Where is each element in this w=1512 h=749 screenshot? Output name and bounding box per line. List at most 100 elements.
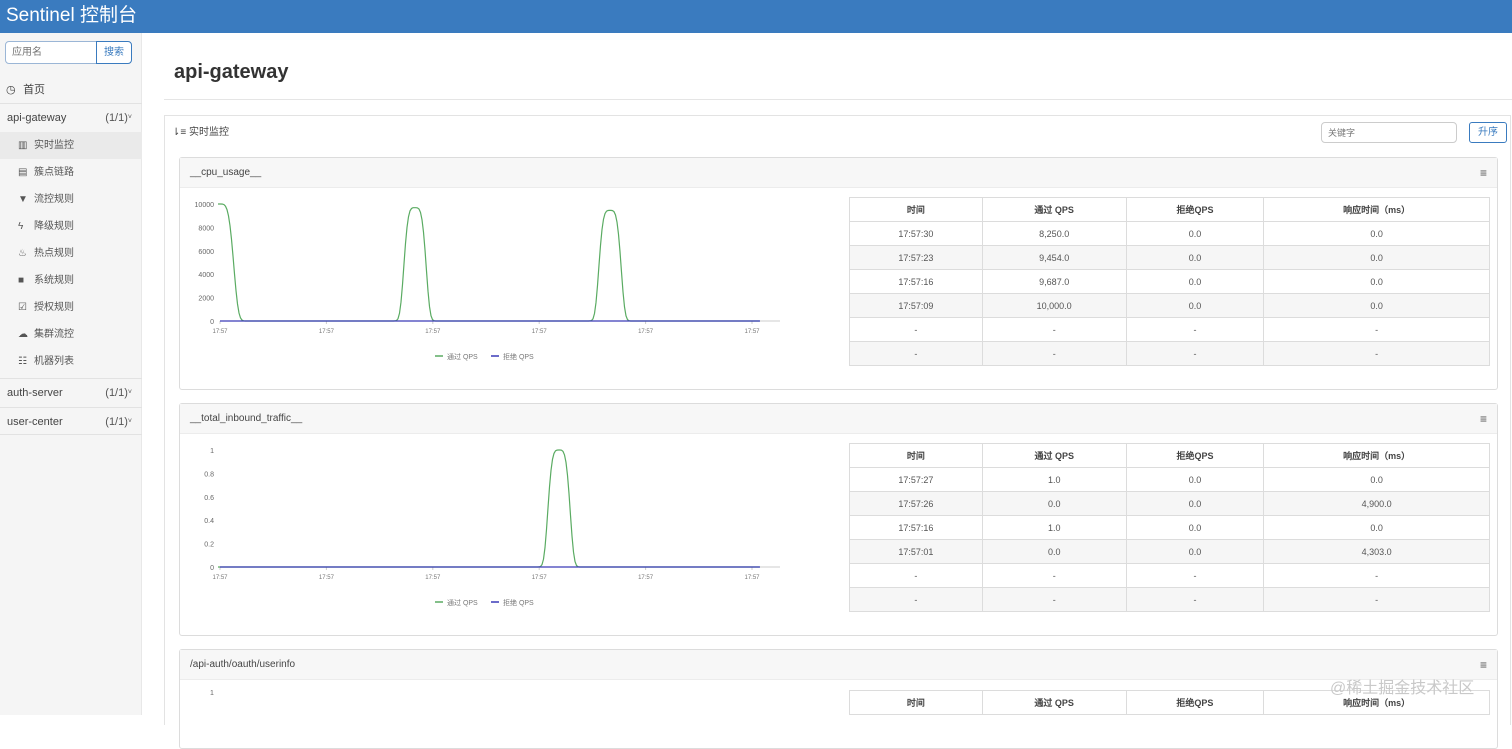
x-tick-label: 17:57 [638,575,654,581]
y-tick-label: 0.6 [204,495,214,502]
resource-name: __cpu_usage__ [190,167,262,178]
table-cell: 17:57:26 [849,491,983,516]
table-cell: 17:57:16 [849,269,983,294]
chevron-down-icon: ˅ [127,389,132,396]
table-row: 17:57:23 9,454.0 0.0 0.0 [849,245,1490,270]
table-cell: 17:57:27 [849,467,983,492]
table-row: ---- [849,317,1490,342]
sidebar-item-flow-rules[interactable]: ▼ 流控规则 [0,186,142,213]
sidebar-item-degrade-rules[interactable]: ϟ 降级规则 [0,213,142,240]
table-cell: 4,900.0 [1263,491,1490,516]
menu-icon[interactable]: ≡ [1480,166,1487,180]
table-cell: 4,303.0 [1263,539,1490,564]
app-item-user-center[interactable]: user-center (1/1)˅ [0,407,142,435]
watermark: @稀土掘金技术社区 [1330,680,1475,697]
lock-icon: ■ [18,275,25,286]
column-header: 拒绝QPS [1125,443,1265,468]
resource-card-header: __total_inbound_traffic__ ≡ [180,404,1497,434]
legend-label: 拒绝 QPS [503,352,534,361]
x-tick-label: 17:57 [425,329,441,335]
metrics-table: 时间 通过 QPS 拒绝QPS 响应时间（ms） 17:57:27 1.0 0.0 0.0 17… [849,443,1490,612]
y-tick-label: 0.4 [204,518,214,525]
table-cell: 17:57:01 [849,539,983,564]
table-cell: - [1125,317,1265,342]
column-header: 响应时间（ms） [1263,197,1490,222]
table-cell: 0.0 [981,539,1127,564]
keyword-input[interactable] [1321,122,1457,143]
table-cell: - [981,317,1127,342]
table-cell: 17:57:30 [849,221,983,246]
app-name: auth-server [7,387,63,399]
table-row: ---- [849,563,1490,588]
flash-icon: ϟ [18,221,24,232]
chevron-down-icon: ˅ [127,114,132,121]
y-tick-label: 1 [210,448,214,455]
table-cell: - [1263,317,1490,342]
table-cell: 0.0 [1125,293,1265,318]
app-item-api-gateway[interactable]: api-gateway (1/1)˅ [0,103,142,131]
table-cell: 0.0 [981,491,1127,516]
column-header: 拒绝QPS [1125,197,1265,222]
app-item-auth-server[interactable]: auth-server (1/1)˅ [0,378,142,406]
page-title: api-gateway [174,61,289,83]
fire-icon: ♨ [18,248,27,259]
resource-card-header: /api-auth/oauth/userinfo ≡ [180,650,1497,680]
table-row: 17:57:01 0.0 0.0 4,303.0 [849,539,1490,564]
x-tick-label: 17:57 [638,329,654,335]
table-cell: - [1125,563,1265,588]
resource-card: __cpu_usage__ ≡ 10000 8000 6000 4000 2000 0 17… [179,157,1498,390]
y-tick-label: 0.2 [204,542,214,549]
sidebar-item-machine-list[interactable]: ☷ 机器列表 [0,348,142,375]
resource-name: /api-auth/oauth/userinfo [190,659,296,670]
sidebar-item-cluster-link[interactable]: ▤ 簇点链路 [0,159,142,186]
x-tick-label: 17:57 [212,329,228,335]
cloud-icon: ☁ [18,329,28,340]
table-cell: 10,000.0 [981,293,1127,318]
table-cell: 0.0 [1125,515,1265,540]
sidebar-item-cluster-flow[interactable]: ☁ 集群流控 [0,321,142,348]
x-tick-label: 17:57 [744,329,760,335]
table-cell: - [981,587,1127,612]
app-search: 搜索 [5,41,132,64]
column-header: 响应时间（ms） [1263,443,1490,468]
table-cell: 17:57:09 [849,293,983,318]
sort-icon: ⇂≡ [172,127,187,138]
y-tick-label: 0.8 [204,471,214,478]
resource-card: __total_inbound_traffic__ ≡ 1 0.8 0.6 0.4 0.… [179,403,1498,636]
table-row: ---- [849,341,1490,366]
table-header-row: 时间 通过 QPS 拒绝QPS 响应时间（ms） [849,197,1490,222]
table-cell: 0.0 [1263,245,1490,270]
column-header: 通过 QPS [981,443,1127,468]
sort-asc-button[interactable]: 升序 [1469,122,1507,143]
check-icon: ☑ [18,302,27,313]
sidebar-item-system-rules[interactable]: ■ 系统规则 [0,267,142,294]
qps-chart: 10000 8000 6000 4000 2000 0 17:57 17:57 17:57 17:… [195,202,780,361]
table-cell: 17:57:23 [849,245,983,270]
x-tick-label: 17:57 [319,329,335,335]
resource-card-header: __cpu_usage__ ≡ [180,158,1497,188]
x-tick-label: 17:57 [425,575,441,581]
app-instance-count: (1/1)˅ [105,416,132,428]
sidebar-item-hotspot-rules[interactable]: ♨ 热点规则 [0,240,142,267]
sidebar-item-realtime-monitor[interactable]: ▥ 实时监控 [0,132,142,159]
sidebar-item-authority-rules[interactable]: ☑ 授权规则 [0,294,142,321]
menu-icon[interactable]: ≡ [1480,412,1487,426]
filter-icon: ▼ [18,194,28,205]
table-cell: 1.0 [981,515,1127,540]
menu-icon[interactable]: ≡ [1480,658,1487,672]
table-icon: ☷ [18,356,27,367]
app-name: user-center [7,416,63,428]
table-cell: - [849,317,983,342]
y-tick-label: 0 [210,319,214,326]
app-search-input[interactable] [5,41,97,64]
y-tick-label: 2000 [198,296,214,303]
table-cell: - [981,563,1127,588]
app-search-button[interactable]: 搜索 [96,41,132,64]
table-cell: - [849,563,983,588]
brand-title[interactable]: Sentinel 控制台 [6,3,137,29]
resource-card: /api-auth/oauth/userinfo ≡ 1 时间 通过 QPS 拒绝Q… [179,649,1498,749]
table-cell: - [849,341,983,366]
sidebar-item-home[interactable]: ◷ 首页 [0,78,142,102]
column-header: 时间 [849,443,983,468]
y-tick-label: 1 [210,690,214,697]
